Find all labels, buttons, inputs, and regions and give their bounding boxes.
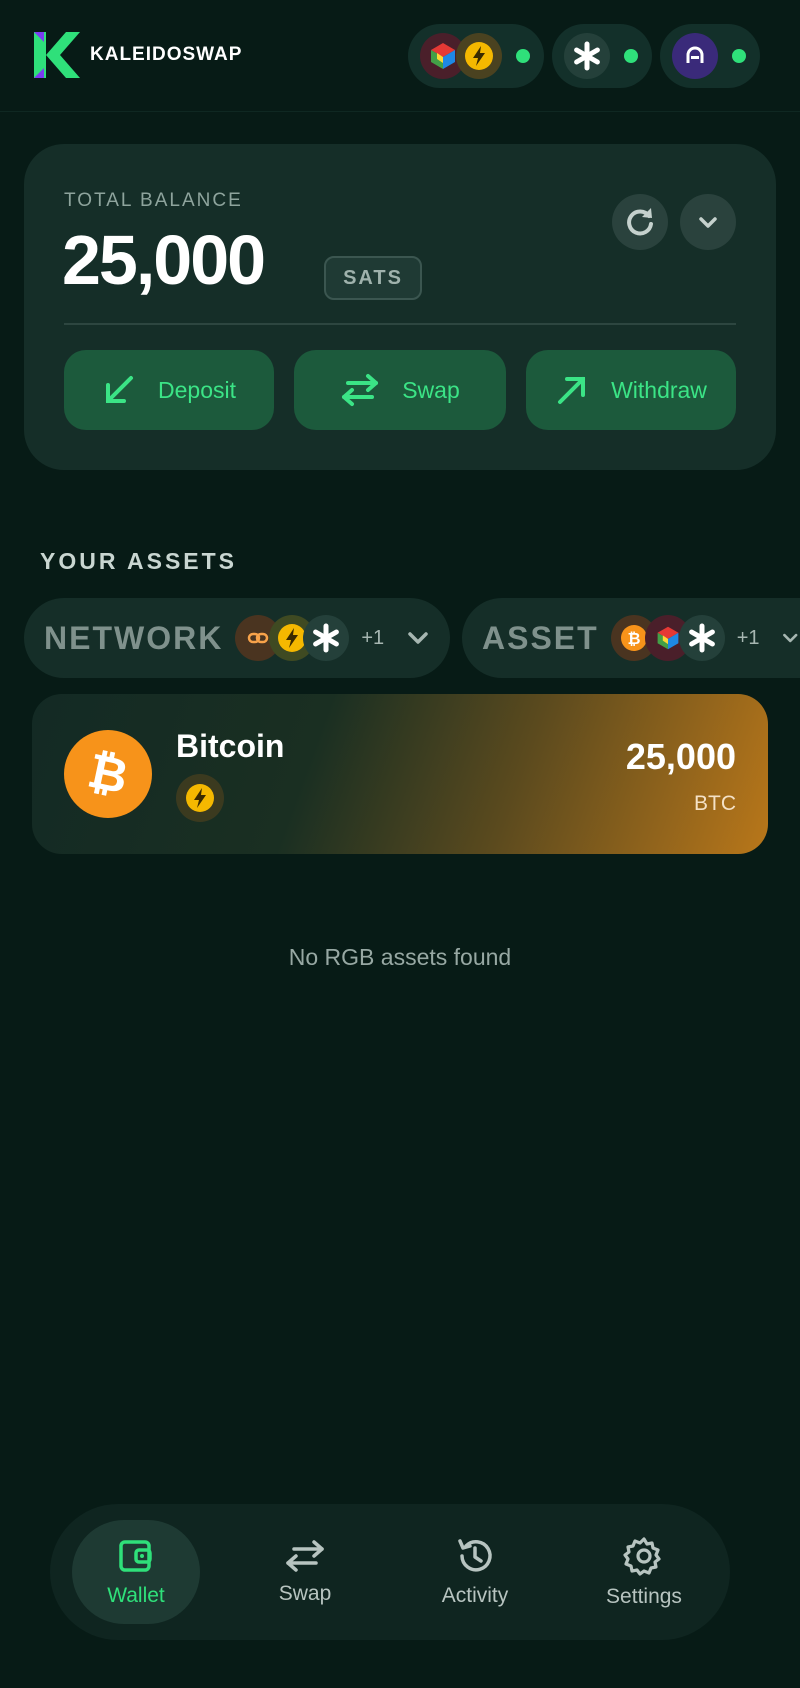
network-extra-count: +1	[361, 626, 385, 649]
network-filter-label: NETWORK	[44, 619, 224, 656]
unit-badge[interactable]: SATS	[324, 256, 422, 300]
app-name: KALEIDOSWAP	[90, 44, 243, 65]
maker-status[interactable]	[552, 24, 652, 88]
network-filter[interactable]: NETWORK +1	[24, 598, 450, 678]
total-balance-value: 25,000	[62, 221, 266, 299]
status-dot	[516, 49, 530, 63]
asset-name: Bitcoin	[176, 728, 285, 764]
status-dot	[624, 49, 638, 63]
assets-section-title: YOUR ASSETS	[40, 548, 238, 574]
nav-wallet-label: Wallet	[107, 1584, 165, 1607]
bottom-nav: Wallet Swap Activity Settings	[50, 1504, 730, 1640]
nav-settings[interactable]: Settings	[580, 1520, 708, 1624]
nav-swap[interactable]: Swap	[241, 1520, 369, 1624]
asterisk-icon	[678, 615, 725, 661]
app-header: KALEIDOSWAP	[0, 0, 800, 112]
chevron-down-icon	[782, 633, 797, 643]
asset-filter[interactable]: ASSET ₿ +1	[462, 598, 800, 678]
app-logo[interactable]: KALEIDOSWAP	[32, 30, 242, 80]
refresh-icon	[627, 208, 653, 236]
node-icon	[672, 33, 718, 79]
gear-icon	[623, 1537, 661, 1576]
swap-arrows-icon	[286, 1540, 324, 1572]
nav-wallet[interactable]: Wallet	[72, 1520, 200, 1624]
swap-arrows-icon	[342, 374, 379, 406]
swap-label: Swap	[402, 376, 460, 403]
asset-unit: BTC	[694, 792, 736, 815]
nav-settings-label: Settings	[606, 1585, 682, 1608]
deposit-button[interactable]: Deposit	[64, 350, 274, 430]
lightning-icon	[456, 33, 502, 79]
divider	[64, 323, 736, 325]
kaleidoswap-logo-icon	[34, 32, 80, 78]
wallet-icon	[119, 1540, 152, 1572]
svg-text:₿: ₿	[83, 744, 133, 804]
history-icon	[458, 1539, 492, 1572]
arrow-down-left-icon	[106, 376, 133, 403]
nav-activity-label: Activity	[441, 1584, 509, 1607]
asterisk-icon	[564, 33, 610, 79]
deposit-label: Deposit	[158, 376, 236, 403]
withdraw-button[interactable]: Withdraw	[526, 350, 736, 430]
nav-swap-label: Swap	[278, 1582, 332, 1605]
node-status[interactable]	[660, 24, 760, 88]
nav-activity[interactable]: Activity	[411, 1520, 539, 1624]
total-balance-label: TOTAL BALANCE	[64, 190, 243, 211]
collapse-button[interactable]	[680, 194, 736, 250]
arrow-up-right-icon	[558, 377, 586, 404]
rgb-lightning-status[interactable]	[408, 24, 544, 88]
lightning-icon	[176, 774, 224, 822]
asset-extra-count: +1	[736, 626, 760, 649]
asset-amount: 25,000	[625, 736, 736, 777]
withdraw-label: Withdraw	[611, 376, 707, 403]
bitcoin-icon: ₿	[64, 730, 152, 818]
asterisk-icon	[303, 615, 350, 661]
status-dot	[732, 49, 746, 63]
refresh-button[interactable]	[612, 194, 668, 250]
chevron-down-icon	[408, 632, 428, 644]
swap-button[interactable]: Swap	[294, 350, 506, 430]
svg-text:₿: ₿	[627, 629, 640, 648]
asset-row-bitcoin[interactable]: ₿ Bitcoin 25,000 BTC	[32, 694, 768, 854]
balance-card: TOTAL BALANCE 25,000 SATS Deposit Swap W…	[24, 144, 776, 470]
chevron-down-icon	[699, 217, 717, 228]
empty-rgb-message: No RGB assets found	[288, 944, 512, 970]
asset-filter-label: ASSET	[482, 619, 599, 656]
